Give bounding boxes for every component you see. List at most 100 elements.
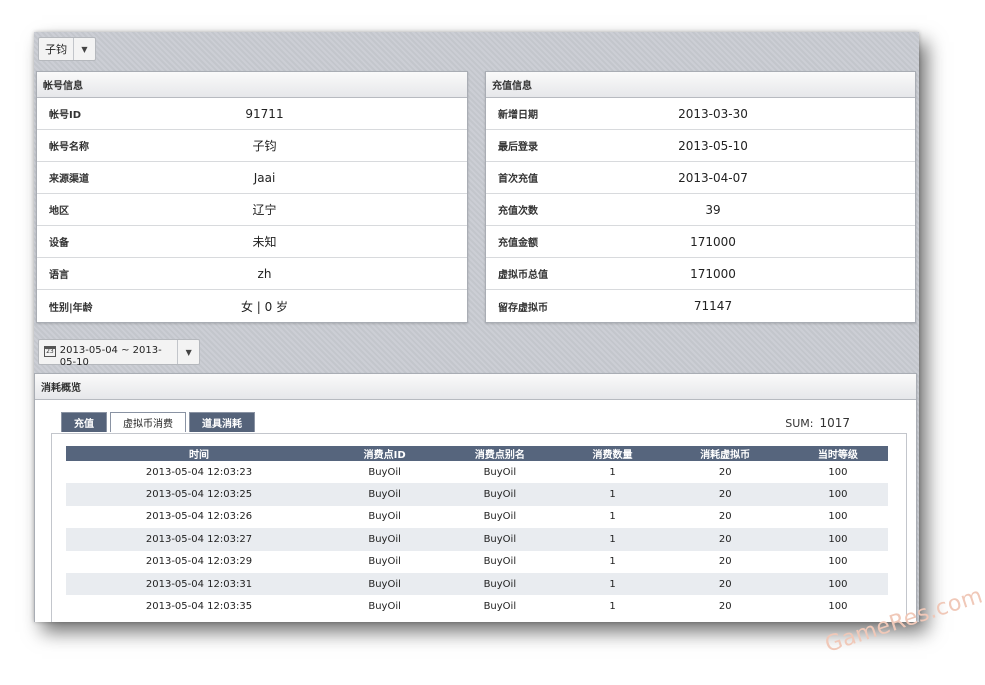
table-cell: BuyOil [331, 572, 438, 596]
column-header[interactable]: 消费数量 [562, 446, 663, 461]
info-label: 新增日期 [498, 110, 538, 121]
column-header[interactable]: 消耗虚拟币 [662, 446, 788, 461]
table-container: 时间 消费点ID 消费点别名 消费数量 消耗虚拟币 当时等级 2013-05-04 12:… [51, 433, 907, 622]
table-cell: BuyOil [437, 505, 563, 529]
table-cell: 20 [662, 528, 788, 551]
table-cell: BuyOil [437, 528, 563, 551]
info-value: 91711 [245, 106, 284, 121]
table-row: 2013-05-04 12:03:25 BuyOil BuyOil 1 20 100 [66, 483, 888, 506]
table-cell: BuyOil [437, 461, 563, 484]
table-cell: 20 [662, 572, 788, 596]
table-cell: 2013-05-04 12:03:25 [66, 483, 332, 506]
table-row: 2013-05-04 12:03:26 BuyOil BuyOil 1 20 100 [66, 505, 888, 529]
table-body: 2013-05-04 12:03:23 BuyOil BuyOil 1 20 100 201… [66, 461, 888, 618]
table-cell: 1 [562, 461, 663, 484]
info-row: 充值次数 39 [486, 194, 915, 226]
table-cell: 20 [662, 505, 788, 529]
recharge-info-title: 充值信息 [486, 72, 915, 98]
consume-table: 时间 消费点ID 消费点别名 消费数量 消耗虚拟币 当时等级 2013-05-04 12:… [66, 446, 888, 618]
info-value: 71147 [693, 299, 733, 313]
consume-overview-title: 消耗概览 [35, 374, 916, 400]
table-cell: 100 [787, 461, 888, 484]
screenshot-stage: 子钧 ▼ 帐号信息 帐号ID 91711 帐号名称 子钧来源渠道 Jaai 地区 辽宁设备 未… [0, 0, 985, 685]
table-cell: BuyOil [331, 595, 438, 618]
table-cell: 1 [562, 595, 663, 618]
info-label: 首次充值 [498, 174, 538, 185]
table-cell: 100 [787, 572, 888, 596]
info-row: 设备 未知 [37, 226, 467, 258]
info-value: 未知 [252, 235, 277, 249]
info-value: 171000 [690, 234, 736, 249]
table-cell: 100 [787, 505, 888, 529]
info-row: 语言 zh [37, 258, 467, 290]
table-cell: BuyOil [437, 550, 563, 573]
chevron-down-icon[interactable]: ▼ [73, 38, 95, 60]
table-cell: 20 [662, 461, 788, 484]
info-label: 帐号名称 [49, 142, 89, 153]
column-header[interactable]: 消费点别名 [437, 446, 563, 461]
info-row: 帐号ID 91711 [37, 98, 467, 130]
account-select[interactable]: 子钧 ▼ [38, 37, 96, 61]
sum-value: 1017 [819, 416, 850, 430]
table-cell: BuyOil [437, 483, 563, 506]
table-cell: 2013-05-04 12:03:23 [66, 461, 332, 484]
table-cell: 100 [787, 483, 888, 506]
table-cell: 100 [787, 550, 888, 573]
table-cell: 2013-05-04 12:03:31 [66, 572, 332, 596]
table-cell: 1 [562, 505, 663, 529]
table-cell: 20 [662, 595, 788, 618]
info-row: 留存虚拟币 71147 [486, 290, 915, 322]
info-label: 语言 [49, 270, 69, 281]
table-header-row: 时间 消费点ID 消费点别名 消费数量 消耗虚拟币 当时等级 [66, 446, 888, 461]
info-value: 2013-03-30 [678, 106, 748, 121]
table-cell: 2013-05-04 12:03:29 [66, 550, 332, 573]
info-value: 子钧 [252, 139, 277, 153]
info-value: Jaai [253, 170, 276, 185]
info-row: 地区 辽宁 [37, 194, 467, 226]
tab-item-consume[interactable]: 道具消耗 [189, 412, 255, 432]
info-row: 新增日期 2013-03-30 [486, 98, 915, 130]
info-row: 最后登录 2013-05-10 [486, 130, 915, 162]
info-label: 充值次数 [498, 206, 538, 217]
info-value: zh [257, 266, 272, 281]
info-value: 2013-05-10 [678, 138, 748, 153]
table-row: 2013-05-04 12:03:27 BuyOil BuyOil 1 20 100 [66, 528, 888, 551]
info-row: 性别|年龄 女 | 0 岁 [37, 290, 467, 322]
info-label: 来源渠道 [49, 174, 89, 185]
info-label: 虚拟币总值 [498, 270, 548, 281]
info-value: 女 | 0 岁 [240, 299, 289, 314]
table-cell: 20 [662, 483, 788, 506]
column-header[interactable]: 时间 [66, 446, 332, 461]
consume-overview-card: 消耗概览 充值 虚拟币消费 道具消耗 SUM: 1017 时间 消费点ID 消费点别名 消费… [34, 373, 917, 622]
account-info-card: 帐号信息 帐号ID 91711 帐号名称 子钧来源渠道 Jaai 地区 辽宁设备 未知语言 zh… [36, 71, 468, 323]
table-cell: BuyOil [331, 528, 438, 551]
consume-tabs: 充值 虚拟币消费 道具消耗 [61, 412, 255, 432]
column-header[interactable]: 消费点ID [331, 446, 438, 461]
table-cell: 20 [662, 550, 788, 573]
info-value: 辽宁 [252, 203, 277, 217]
tab-recharge[interactable]: 充值 [61, 412, 107, 432]
chevron-down-icon[interactable]: ▼ [177, 340, 199, 364]
table-row: 2013-05-04 12:03:23 BuyOil BuyOil 1 20 100 [66, 461, 888, 484]
info-label: 最后登录 [498, 142, 538, 153]
table-cell: BuyOil [331, 550, 438, 573]
table-cell: BuyOil [331, 505, 438, 529]
info-row: 虚拟币总值 171000 [486, 258, 915, 290]
tab-virtual-currency[interactable]: 虚拟币消费 [110, 412, 186, 432]
table-cell: 100 [787, 595, 888, 618]
date-range-picker[interactable]: 23 2013-05-04 ~ 2013-05-10 ▼ [38, 339, 200, 368]
account-info-list: 帐号ID 91711 帐号名称 子钧来源渠道 Jaai 地区 辽宁设备 未知语言 zh 性别|年龄… [37, 98, 467, 322]
column-header[interactable]: 当时等级 [787, 446, 888, 461]
table-cell: 1 [562, 483, 663, 506]
info-label: 帐号ID [49, 110, 82, 121]
account-info-title: 帐号信息 [37, 72, 467, 98]
info-row: 帐号名称 子钧 [37, 130, 467, 162]
recharge-info-card: 充值信息 新增日期 2013-03-30 最后登录 2013-05-10 首次充值 201… [485, 71, 916, 323]
info-label: 地区 [49, 206, 69, 217]
info-value: 2013-04-07 [678, 170, 748, 185]
table-cell: 1 [562, 572, 663, 596]
table-cell: 1 [562, 528, 663, 551]
info-value: 39 [705, 202, 721, 217]
info-label: 性别|年龄 [49, 302, 93, 314]
table-cell: BuyOil [331, 461, 438, 484]
